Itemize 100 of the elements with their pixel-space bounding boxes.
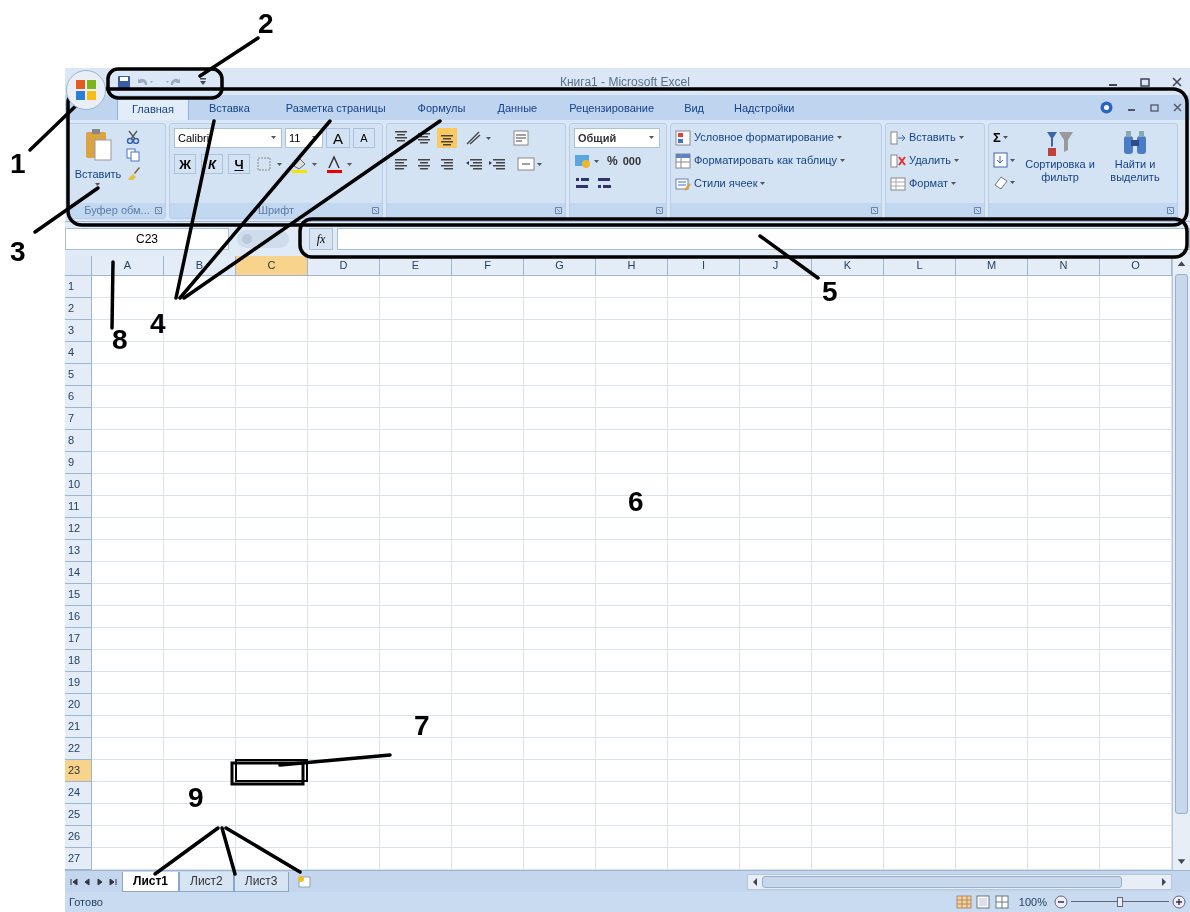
row-header[interactable]: 18 bbox=[65, 650, 92, 672]
row-header[interactable]: 6 bbox=[65, 386, 92, 408]
grow-font-button[interactable]: A bbox=[326, 128, 350, 148]
dialog-launcher-icon[interactable] bbox=[871, 207, 878, 214]
scroll-thumb[interactable] bbox=[761, 875, 1122, 888]
cells-menu-button[interactable]: Формат bbox=[890, 174, 966, 193]
styles-menu-button[interactable]: Форматировать как таблицу bbox=[675, 151, 848, 170]
vertical-scrollbar[interactable] bbox=[1172, 256, 1190, 870]
zoom-in-icon[interactable] bbox=[1172, 895, 1186, 909]
ribbon-tab[interactable]: Надстройки bbox=[718, 97, 811, 120]
customize-toolbar-icon[interactable] bbox=[199, 76, 207, 87]
row-header[interactable]: 11 bbox=[65, 496, 92, 518]
dialog-launcher-icon[interactable] bbox=[656, 207, 663, 214]
ribbon-tab[interactable]: Разметка страницы bbox=[269, 97, 402, 120]
column-header[interactable]: A bbox=[92, 256, 164, 276]
row-header[interactable]: 26 bbox=[65, 826, 92, 848]
thousands-button[interactable]: 000 bbox=[622, 152, 642, 170]
cells-menu-button[interactable]: Вставить bbox=[890, 128, 966, 147]
horizontal-scrollbar[interactable] bbox=[746, 873, 1172, 890]
font-color-icon[interactable] bbox=[325, 154, 355, 174]
active-cell[interactable] bbox=[235, 759, 308, 782]
previous-sheet-icon[interactable] bbox=[83, 877, 91, 886]
first-sheet-icon[interactable] bbox=[70, 877, 78, 886]
scissors-icon[interactable] bbox=[126, 130, 140, 144]
last-sheet-icon[interactable] bbox=[109, 877, 117, 886]
row-header[interactable]: 5 bbox=[65, 364, 92, 386]
merge-cells-icon[interactable] bbox=[516, 154, 544, 174]
zoom-level[interactable]: 100% bbox=[1018, 893, 1047, 911]
underline-button[interactable]: Ч bbox=[228, 154, 250, 174]
formula-input[interactable] bbox=[337, 228, 1190, 250]
insert-function-button[interactable]: fx bbox=[309, 228, 333, 250]
ribbon-tab[interactable]: Данные bbox=[481, 97, 554, 120]
dialog-launcher-icon[interactable] bbox=[1167, 207, 1174, 214]
restore-icon[interactable] bbox=[1150, 103, 1159, 112]
row-header[interactable]: 10 bbox=[65, 474, 92, 496]
ribbon-tab[interactable]: Вид bbox=[670, 97, 719, 120]
align-bottom-icon[interactable] bbox=[437, 128, 457, 148]
font-name-field[interactable]: Calibri bbox=[174, 128, 282, 148]
restore-icon[interactable] bbox=[1140, 76, 1150, 87]
sort-filter-button[interactable]: Сортировка и фильтр bbox=[1024, 128, 1096, 203]
row-header[interactable]: 17 bbox=[65, 628, 92, 650]
row-header[interactable]: 27 bbox=[65, 848, 92, 870]
row-header[interactable]: 8 bbox=[65, 430, 92, 452]
wrap-text-icon[interactable] bbox=[511, 128, 531, 148]
cell-grid[interactable] bbox=[92, 276, 1172, 870]
percent-button[interactable]: % bbox=[607, 152, 618, 170]
paste-icon[interactable] bbox=[83, 128, 113, 162]
column-header[interactable]: C bbox=[236, 256, 308, 276]
row-header[interactable]: 15 bbox=[65, 584, 92, 606]
zoom-slider[interactable] bbox=[1071, 895, 1169, 909]
name-box[interactable]: C23 bbox=[65, 228, 229, 250]
caret-icon[interactable] bbox=[649, 136, 656, 140]
row-header[interactable]: 7 bbox=[65, 408, 92, 430]
bold-button[interactable]: Ж bbox=[174, 154, 196, 174]
row-header[interactable]: 12 bbox=[65, 518, 92, 540]
row-header[interactable]: 25 bbox=[65, 804, 92, 826]
close-icon[interactable] bbox=[1173, 103, 1182, 112]
row-header[interactable]: 20 bbox=[65, 694, 92, 716]
row-header[interactable]: 2 bbox=[65, 298, 92, 320]
dialog-launcher-icon[interactable] bbox=[555, 207, 562, 214]
page-break-icon[interactable] bbox=[993, 895, 1010, 909]
copy-icon[interactable] bbox=[126, 148, 140, 162]
zoom-slider-thumb[interactable] bbox=[1117, 897, 1123, 907]
row-header[interactable]: 13 bbox=[65, 540, 92, 562]
row-header[interactable]: 16 bbox=[65, 606, 92, 628]
row-header[interactable]: 14 bbox=[65, 562, 92, 584]
styles-menu-button[interactable]: Стили ячеек bbox=[675, 174, 848, 193]
dialog-launcher-icon[interactable] bbox=[974, 207, 981, 214]
row-header[interactable]: 9 bbox=[65, 452, 92, 474]
sheet-tab[interactable]: Лист1 bbox=[122, 871, 180, 892]
close-icon[interactable] bbox=[1172, 76, 1182, 87]
row-header[interactable]: 23 bbox=[65, 760, 92, 782]
zoom-out-icon[interactable] bbox=[1054, 895, 1068, 909]
ribbon-tab[interactable]: Вставка bbox=[188, 97, 270, 120]
caret-icon[interactable] bbox=[271, 136, 278, 140]
dialog-launcher-icon[interactable] bbox=[155, 207, 162, 214]
row-header[interactable]: 19 bbox=[65, 672, 92, 694]
sheet-tab[interactable]: Лист2 bbox=[179, 871, 234, 892]
cells-menu-button[interactable]: Удалить bbox=[890, 151, 966, 170]
save-icon[interactable] bbox=[117, 74, 131, 89]
row-header[interactable]: 3 bbox=[65, 320, 92, 342]
next-sheet-icon[interactable] bbox=[96, 877, 104, 886]
row-header[interactable]: 4 bbox=[65, 342, 92, 364]
styles-menu-button[interactable]: Условное форматирование bbox=[675, 128, 848, 147]
sheet-tab[interactable]: Лист3 bbox=[233, 871, 289, 892]
dialog-launcher-icon[interactable] bbox=[372, 207, 379, 214]
ribbon-tab[interactable]: Рецензирование bbox=[553, 97, 671, 120]
italic-button[interactable]: К bbox=[201, 154, 223, 174]
find-select-button[interactable]: Найти и выделить bbox=[1099, 128, 1171, 203]
autosum-button[interactable]: Σ bbox=[993, 128, 1021, 147]
row-header[interactable]: 22 bbox=[65, 738, 92, 760]
paste-button[interactable]: Вставить bbox=[74, 166, 122, 183]
help-icon[interactable] bbox=[1100, 101, 1113, 114]
number-format-field[interactable]: Общий bbox=[574, 128, 660, 148]
row-header[interactable]: 21 bbox=[65, 716, 92, 738]
row-header[interactable]: 24 bbox=[65, 782, 92, 804]
scroll-thumb[interactable] bbox=[1175, 274, 1188, 814]
brush-icon[interactable] bbox=[126, 166, 140, 180]
shrink-font-button[interactable]: A bbox=[353, 128, 375, 148]
ribbon-tab[interactable]: Формулы bbox=[401, 97, 482, 120]
